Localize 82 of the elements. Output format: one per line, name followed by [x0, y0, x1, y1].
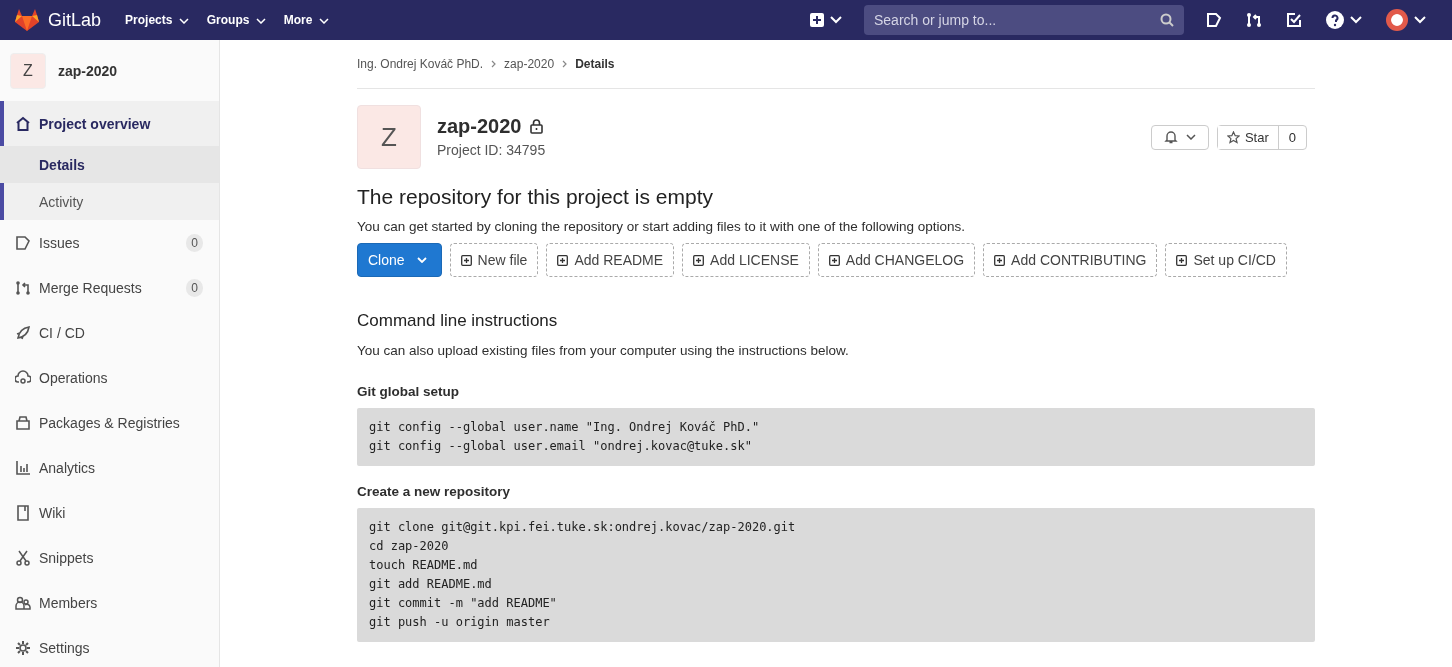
bell-icon	[1163, 130, 1178, 144]
sidebar-item[interactable]: Snippets	[0, 535, 219, 580]
chart-icon	[15, 459, 31, 476]
scissors-icon	[15, 549, 31, 566]
breadcrumb-link[interactable]: Details	[575, 57, 615, 71]
help-icon	[1326, 11, 1344, 29]
chevron-down-icon	[1414, 16, 1426, 24]
section-description: You can also upload existing files from your computer using the instructions below.	[357, 343, 850, 358]
project-name[interactable]: zap-2020	[58, 62, 118, 79]
fox-logo-icon[interactable]	[14, 8, 40, 32]
sidebar-item[interactable]: Packages & Registries	[0, 400, 219, 445]
breadcrumb-link[interactable]: Ing. Ondrej Kováč PhD.	[357, 57, 484, 71]
sidebar-item[interactable]: Operations	[0, 355, 219, 400]
count-badge: 0	[186, 278, 203, 297]
project-avatar[interactable]: Z	[10, 52, 46, 89]
chevron-down-icon	[318, 18, 329, 24]
brand-name[interactable]: GitLab	[48, 9, 102, 31]
code-block: git clone git@git.kpi.fei.tuke.sk:ondrej.kovac/zap-2020.git cd zap-2020 touch README.md git add README.md git commit -m "add README" git push -u origin master	[357, 508, 1315, 642]
count-badge: 0	[186, 233, 203, 252]
sidebar-item[interactable]: Analytics	[0, 445, 219, 490]
chevron-down-icon	[830, 16, 842, 24]
chevron-down-icon	[255, 18, 266, 24]
plus-square-icon	[828, 254, 840, 266]
search-field[interactable]: Search or jump to...	[864, 5, 1184, 35]
chevron-right-icon	[491, 60, 497, 68]
lock-icon	[529, 119, 543, 134]
breadcrumb-link[interactable]: zap-2020	[504, 57, 555, 71]
sidebar-item[interactable]: Issues 0	[0, 220, 219, 265]
todo-checkbox-icon[interactable]	[1286, 12, 1302, 28]
project-avatar: Z	[357, 105, 421, 169]
add-file-button[interactable]: New file	[449, 243, 539, 277]
clone-dropdown[interactable]: Clone	[357, 243, 442, 277]
sidebar-item[interactable]: Settings	[0, 625, 219, 667]
sidebar-item[interactable]: CI / CD	[0, 310, 219, 355]
subsection-heading: Create a new repository	[357, 484, 512, 499]
sidebar-item[interactable]: Merge Requests 0	[0, 265, 219, 310]
search-icon	[1160, 13, 1174, 27]
sidebar-item[interactable]: Members	[0, 580, 219, 625]
chevron-down-icon	[416, 257, 427, 263]
empty-repo-heading: The repository for this project is empty	[357, 185, 714, 209]
cloud-icon	[15, 369, 31, 386]
sidebar-subitem[interactable]: Details	[0, 146, 219, 183]
plus-square-icon	[460, 254, 472, 266]
plus-square-icon	[693, 254, 705, 266]
sidebar-item[interactable]: Wiki	[0, 490, 219, 535]
notification-dropdown[interactable]	[1150, 124, 1209, 150]
add-file-button[interactable]: Add CHANGELOG	[817, 243, 976, 277]
merge-icon	[15, 279, 31, 296]
users-icon	[15, 594, 31, 611]
nav-menu[interactable]: Projects	[123, 9, 191, 31]
chevron-down-icon	[1350, 16, 1362, 24]
chevron-down-icon	[1185, 134, 1196, 140]
add-file-button[interactable]: Add LICENSE	[682, 243, 810, 277]
plus-square-icon	[557, 254, 569, 266]
plus-square-icon	[810, 13, 824, 27]
empty-repo-description: You can get started by cloning the repository or start adding files to it with one of the following options.	[357, 219, 967, 234]
code-block: git config --global user.name "Ing. Ondrej Kováč PhD." git config --global user.email "ondrej.kovac@tuke.sk"	[357, 408, 1315, 466]
book-icon	[15, 504, 31, 521]
sidebar-item[interactable]: Project overview	[0, 101, 219, 146]
nav-menu[interactable]: More	[281, 9, 331, 31]
merge-request-icon[interactable]	[1246, 12, 1262, 28]
add-file-button[interactable]: Add README	[546, 243, 675, 277]
add-file-button[interactable]: Add CONTRIBUTING	[983, 243, 1158, 277]
section-heading: Command line instructions	[357, 311, 559, 331]
subsection-heading: Git global setup	[357, 384, 460, 399]
sidebar-subitem[interactable]: Activity	[0, 183, 219, 220]
chevron-right-icon	[562, 60, 568, 68]
nav-menu[interactable]: Groups	[204, 9, 268, 31]
chevron-down-icon	[178, 18, 189, 24]
home-icon	[15, 115, 31, 132]
project-id: Project ID: 34795	[437, 142, 546, 158]
plus-square-icon	[994, 254, 1006, 266]
user-avatar	[1386, 9, 1408, 31]
star-count[interactable]: 0	[1278, 125, 1306, 149]
add-file-button[interactable]: Set up CI/CD	[1165, 243, 1287, 277]
star-icon	[1226, 130, 1240, 144]
project-title: zap-2020	[437, 115, 522, 138]
package-icon	[15, 414, 31, 431]
issues-icon	[15, 234, 31, 251]
star-button[interactable]: Star	[1217, 125, 1279, 149]
issues-icon[interactable]	[1206, 12, 1222, 28]
plus-square-icon	[1176, 254, 1188, 266]
